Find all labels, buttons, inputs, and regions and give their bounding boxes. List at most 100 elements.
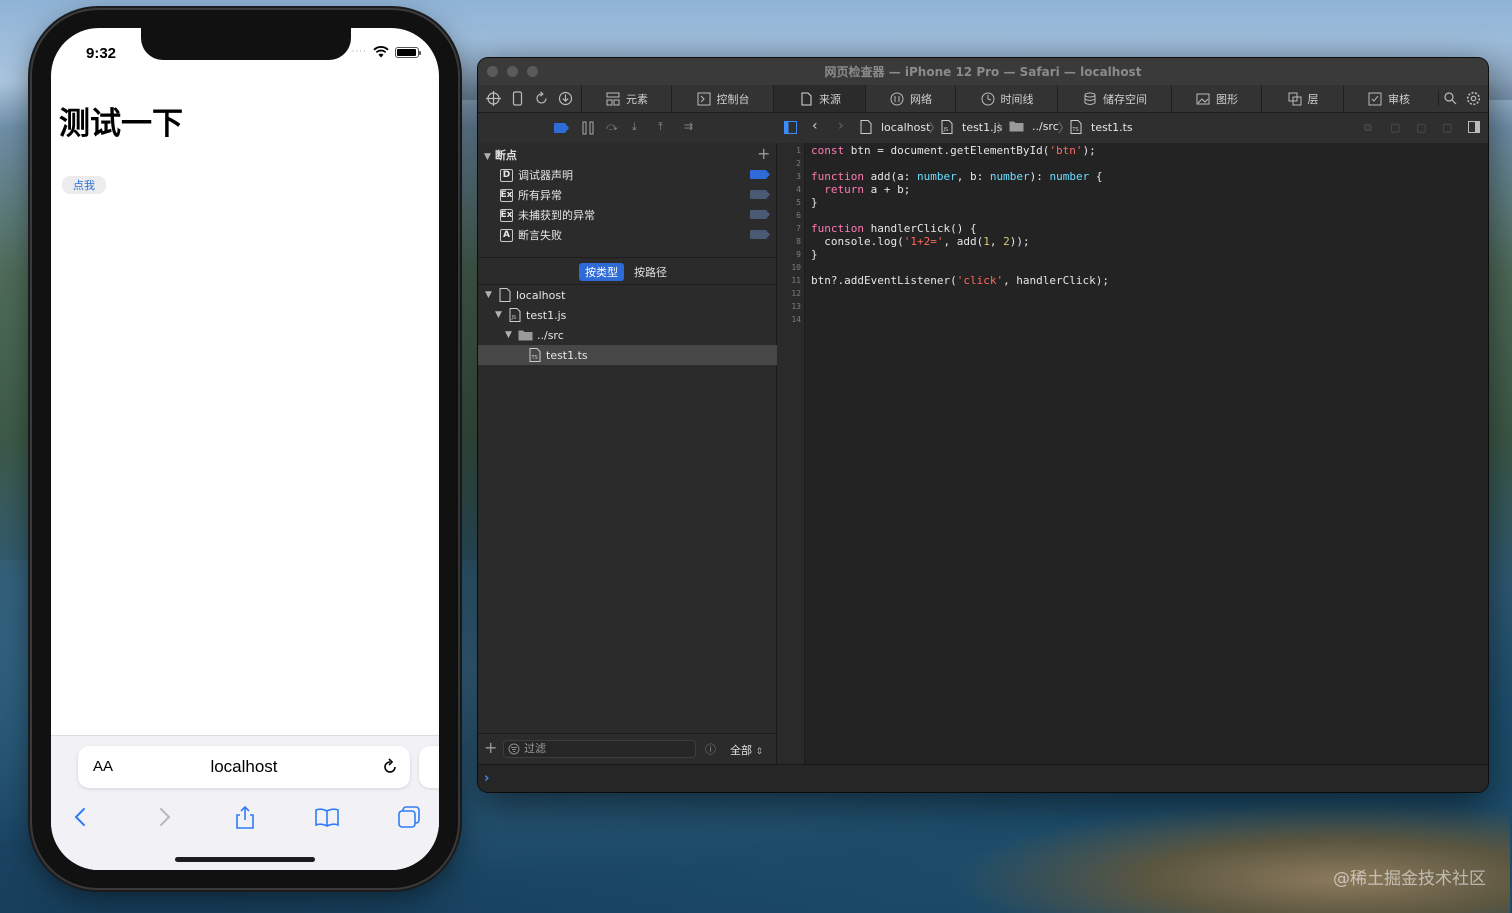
share-icon[interactable] bbox=[232, 804, 258, 830]
breakpoint-all-exceptions[interactable]: Ex 所有异常 bbox=[500, 185, 770, 205]
filter-scope-label: 全部 bbox=[730, 744, 752, 757]
tab-graphics-label: 图形 bbox=[1216, 92, 1238, 106]
breakpoint-label: 所有异常 bbox=[518, 189, 562, 202]
tree-item-test1-js[interactable]: ▼ JS test1.js bbox=[478, 305, 793, 325]
line-number[interactable]: 9 bbox=[796, 250, 801, 259]
group-by-path-button[interactable]: 按路径 bbox=[628, 263, 673, 281]
gear-icon[interactable] bbox=[1466, 91, 1481, 106]
filter-input[interactable]: 过滤 bbox=[503, 740, 696, 758]
step-over-icon[interactable]: ⤼ bbox=[606, 120, 618, 134]
bookmarks-icon[interactable] bbox=[314, 804, 340, 830]
reload-icon[interactable] bbox=[380, 757, 400, 777]
breadcrumb-localhost[interactable]: localhost bbox=[860, 120, 930, 134]
line-number[interactable]: 10 bbox=[791, 263, 801, 272]
tab-storage-label: 储存空间 bbox=[1103, 92, 1147, 106]
code-line[interactable]: } bbox=[811, 196, 818, 209]
line-number[interactable]: 7 bbox=[796, 224, 801, 233]
line-number[interactable]: 6 bbox=[796, 211, 801, 220]
breakpoint-flag-icon[interactable] bbox=[750, 170, 770, 179]
address-url[interactable]: localhost bbox=[78, 757, 410, 777]
sidebar-toggle-icon[interactable] bbox=[784, 121, 797, 134]
pause-icon[interactable] bbox=[581, 121, 595, 135]
click-me-button[interactable]: 点我 bbox=[62, 176, 106, 194]
code-line[interactable]: btn?.addEventListener('click', handlerCl… bbox=[811, 274, 1109, 287]
step-out-icon[interactable]: ⤒ bbox=[658, 120, 663, 134]
code-line[interactable]: return a + b; bbox=[811, 183, 910, 196]
details-sidebar-icon[interactable] bbox=[1468, 121, 1480, 133]
breadcrumb-src[interactable]: ../src bbox=[1009, 120, 1059, 133]
line-number-gutter[interactable]: 1 2 3 4 5 6 7 8 9 10 11 12 13 14 bbox=[777, 143, 805, 764]
ts-file-icon: TS bbox=[1070, 120, 1082, 134]
line-number[interactable]: 11 bbox=[791, 276, 801, 285]
coverage-icon[interactable]: ▢ bbox=[1442, 121, 1452, 134]
tab-elements[interactable]: 元素 bbox=[581, 85, 672, 112]
tree-item-src-folder[interactable]: ▼ ../src bbox=[478, 325, 803, 345]
step-into-icon[interactable]: ⤓ bbox=[632, 120, 637, 134]
console-prompt-row[interactable]: › bbox=[478, 764, 1488, 792]
forward-nav-icon[interactable]: › bbox=[838, 118, 844, 134]
search-icon[interactable] bbox=[1438, 91, 1458, 106]
download-icon[interactable] bbox=[558, 91, 573, 106]
tab-sources[interactable]: 来源 bbox=[773, 85, 866, 112]
code-line[interactable]: const btn = document.getElementById('btn… bbox=[811, 144, 1096, 157]
pretty-print-icon[interactable]: ▢ bbox=[1390, 121, 1400, 134]
type-profile-icon[interactable]: ▢ bbox=[1416, 121, 1426, 134]
breakpoint-flag-icon[interactable] bbox=[750, 230, 770, 239]
line-number[interactable]: 4 bbox=[796, 185, 801, 194]
breakpoint-debugger-statement[interactable]: D 调试器声明 bbox=[500, 165, 770, 185]
add-resource-icon[interactable]: + bbox=[484, 740, 497, 756]
line-number[interactable]: 13 bbox=[791, 302, 801, 311]
disclosure-down-icon[interactable]: ▼ bbox=[485, 290, 495, 300]
code-line[interactable]: function handlerClick() { bbox=[811, 222, 977, 235]
device-icon[interactable] bbox=[510, 91, 525, 106]
breakpoint-flag-icon[interactable] bbox=[750, 210, 770, 219]
info-icon[interactable]: ⓘ bbox=[705, 741, 716, 757]
code-editor[interactable]: 1 2 3 4 5 6 7 8 9 10 11 12 13 14 const b… bbox=[777, 143, 1488, 764]
tab-audit[interactable]: 审核 bbox=[1343, 85, 1434, 112]
tab-graphics[interactable]: 图形 bbox=[1171, 85, 1262, 112]
back-icon[interactable] bbox=[68, 804, 94, 830]
disclosure-down-icon[interactable]: ▼ bbox=[505, 330, 515, 340]
tab-console[interactable]: 控制台 bbox=[671, 85, 774, 112]
breakpoint-flag-icon[interactable] bbox=[750, 190, 770, 199]
tab-storage[interactable]: 储存空间 bbox=[1057, 85, 1172, 112]
tree-item-test1-ts[interactable]: TS test1.ts bbox=[478, 345, 827, 365]
group-by-type-button[interactable]: 按类型 bbox=[579, 263, 624, 281]
line-number[interactable]: 2 bbox=[796, 159, 801, 168]
breakpoint-uncaught-exceptions[interactable]: Ex 未捕获到的异常 bbox=[500, 205, 770, 225]
step-icon[interactable]: ⇉ bbox=[684, 120, 693, 133]
line-number[interactable]: 8 bbox=[796, 237, 801, 246]
crosshair-icon[interactable] bbox=[486, 91, 501, 106]
code-line[interactable]: console.log('1+2=', add(1, 2)); bbox=[811, 235, 1029, 248]
disclosure-down-icon[interactable]: ▼ bbox=[495, 310, 505, 320]
line-number[interactable]: 1 bbox=[796, 146, 801, 155]
line-number[interactable]: 12 bbox=[791, 289, 801, 298]
chevron-right-icon: 〉 bbox=[929, 121, 942, 135]
forward-icon[interactable] bbox=[151, 804, 177, 830]
tab-timeline[interactable]: 时间线 bbox=[955, 85, 1058, 112]
breakpoint-assertion-failures[interactable]: A 断言失败 bbox=[500, 225, 770, 245]
filter-scope-select[interactable]: 全部 ⇕ bbox=[730, 742, 763, 758]
back-nav-icon[interactable]: ‹ bbox=[812, 118, 818, 134]
add-breakpoint-icon[interactable]: + bbox=[757, 146, 770, 162]
next-tab-pill[interactable] bbox=[419, 746, 439, 788]
code-line[interactable]: function add(a: number, b: number): numb… bbox=[811, 170, 1102, 183]
address-bar[interactable]: AA localhost bbox=[78, 746, 410, 788]
copy-icon[interactable]: ⧉ bbox=[1364, 121, 1372, 135]
tabs-icon[interactable] bbox=[396, 804, 422, 830]
breakpoints-section-header[interactable]: ▼ 断点 bbox=[484, 147, 517, 163]
svg-text:JS: JS bbox=[943, 127, 949, 133]
tree-item-localhost[interactable]: ▼ localhost bbox=[478, 285, 783, 305]
breadcrumb-test1-js[interactable]: JS test1.js bbox=[941, 120, 1002, 134]
breakpoints-toggle-icon[interactable] bbox=[554, 122, 570, 134]
code-line[interactable]: } bbox=[811, 248, 818, 261]
breadcrumb-test1-ts[interactable]: TS test1.ts bbox=[1070, 120, 1133, 134]
reload-page-icon[interactable] bbox=[534, 91, 549, 106]
ts-file-icon: TS bbox=[529, 348, 541, 362]
line-number[interactable]: 5 bbox=[796, 198, 801, 207]
web-inspector-window: 网页检查器 — iPhone 12 Pro — Safari — localho… bbox=[478, 58, 1488, 792]
tab-layers[interactable]: 层 bbox=[1261, 85, 1344, 112]
line-number[interactable]: 3 bbox=[796, 172, 801, 181]
line-number[interactable]: 14 bbox=[791, 315, 801, 324]
tab-network[interactable]: 网络 bbox=[865, 85, 956, 112]
